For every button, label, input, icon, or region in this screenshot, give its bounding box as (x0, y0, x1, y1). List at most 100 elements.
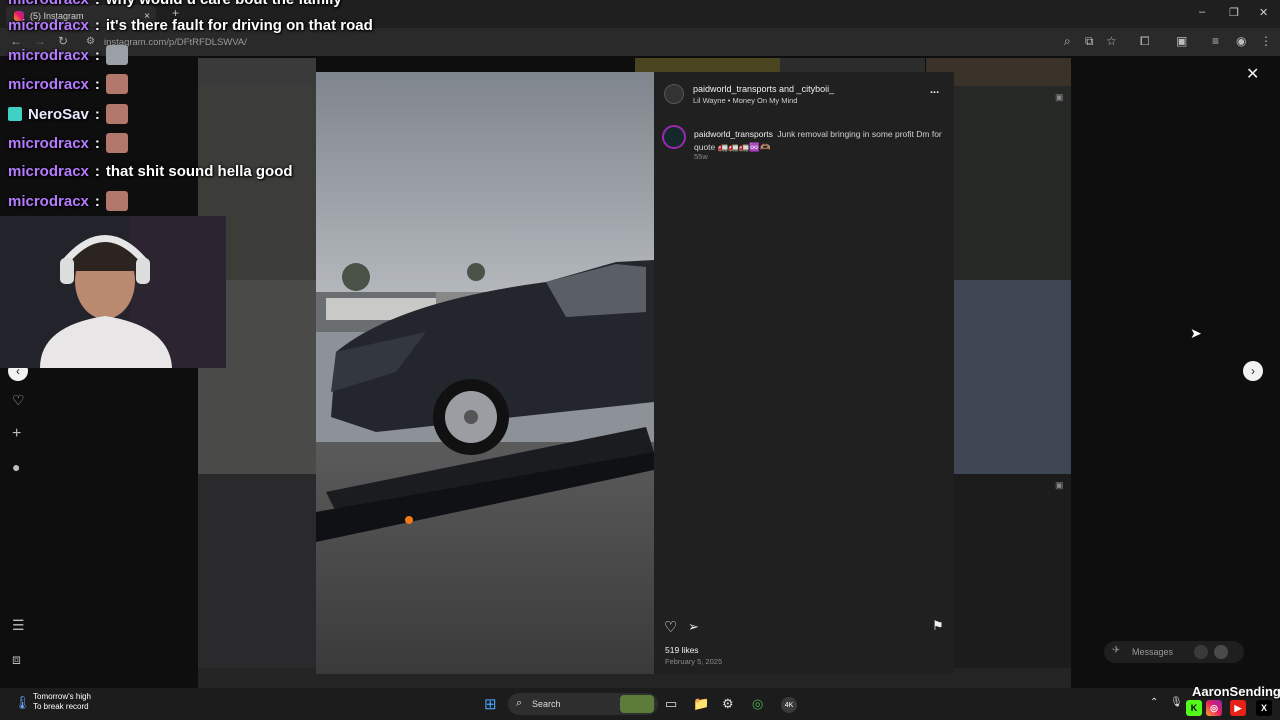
post-authors[interactable]: paidworld_transports and _cityboii_ (693, 84, 834, 94)
more-options-button[interactable]: ... (930, 84, 939, 96)
messages-avatar (1214, 645, 1228, 659)
file-explorer-icon[interactable]: 📁 (693, 696, 709, 712)
heart-icon[interactable]: ♡ (12, 392, 25, 409)
also-from-meta-icon[interactable]: ⧈ (12, 651, 21, 668)
zoom-icon[interactable]: ⌕ (1064, 34, 1071, 49)
instagram-social-icon: ◎ (1206, 700, 1222, 716)
chat-message: microdracx : (8, 74, 128, 94)
streamer-webcam (0, 216, 226, 368)
car-on-trailer-photo (316, 72, 654, 674)
profile-nav-icon[interactable]: ● (12, 459, 20, 475)
like-count[interactable]: 519 likes (665, 645, 699, 655)
webcam-person-illustration (0, 216, 226, 368)
kick-icon: K (1186, 700, 1202, 716)
chat-separator: : (95, 0, 100, 8)
minimize-button[interactable]: – (1199, 6, 1205, 18)
tray-chevron-icon[interactable]: ⌃ (1150, 697, 1158, 708)
window-close-button[interactable]: ✕ (1259, 6, 1268, 19)
chat-separator: : (94, 46, 100, 64)
more-menu-icon[interactable]: ☰ (12, 617, 25, 634)
weather-subtitle: To break record (33, 702, 89, 711)
chat-username: microdracx (8, 163, 89, 180)
search-label: Search (532, 699, 561, 709)
grid-tile (780, 58, 925, 72)
media-icon[interactable]: ≡ (1212, 34, 1219, 48)
post-date: February 5, 2025 (665, 657, 723, 666)
grid-tile (954, 280, 1071, 474)
chrome-icon[interactable]: ◎ (752, 696, 763, 712)
chat-separator: : (94, 192, 100, 210)
chat-message: microdracx : (8, 133, 128, 153)
search-highlight-image (620, 695, 654, 713)
microphone-icon[interactable]: 🎙 (1170, 697, 1183, 708)
grid-tile (198, 474, 316, 668)
caption-age: 55w (694, 152, 708, 161)
weather-title: Tomorrow's high (33, 692, 91, 701)
bookmark-star-icon[interactable]: ☆ (1106, 34, 1117, 48)
chat-username: microdracx (8, 46, 89, 64)
chat-text: why would u care bout the family (106, 0, 342, 8)
chat-username: microdracx (8, 17, 89, 34)
chat-separator: : (94, 105, 100, 123)
chat-text: that shit sound hella good (105, 163, 293, 180)
chat-message: microdracx : (8, 45, 128, 65)
grid-tile (954, 86, 1071, 280)
weather-icon: 🌡 (14, 695, 31, 710)
reel-icon: ▣ (1055, 92, 1064, 102)
weather-widget[interactable]: Tomorrow's high To break record (33, 692, 91, 712)
chat-message: microdracx : it's there fault for drivin… (8, 17, 373, 34)
profile-icon[interactable]: ◉ (1236, 34, 1246, 48)
chat-message: microdracx : that shit sound hella good (8, 163, 293, 180)
chat-badge-icon (8, 107, 22, 121)
close-modal-icon[interactable]: ✕ (1246, 64, 1259, 84)
chat-emote-icon (105, 74, 128, 94)
chat-username: microdracx (8, 134, 89, 152)
settings-icon[interactable]: ⚙ (722, 696, 734, 712)
post-image[interactable] (316, 72, 654, 674)
messages-avatar (1194, 645, 1208, 659)
create-icon[interactable]: + (12, 425, 21, 443)
caption-avatar[interactable] (662, 125, 686, 149)
chat-username: NeroSav (28, 105, 89, 123)
chat-separator: : (94, 17, 100, 34)
chat-username: microdracx (8, 192, 89, 210)
post-caption: paidworld_transports Junk removal bringi… (694, 127, 944, 153)
taskbar-search[interactable]: ⌕ Search (508, 693, 658, 715)
save-bookmark-icon[interactable]: ⚑ (932, 618, 944, 634)
post-audio[interactable]: Lil Wayne • Money On My Mind (693, 96, 797, 105)
chat-text: it's there fault for driving on that roa… (105, 17, 373, 34)
caption-username[interactable]: paidworld_transports (694, 129, 773, 139)
chat-message: microdracx : (8, 191, 128, 211)
author-avatar[interactable] (664, 84, 684, 104)
install-app-icon[interactable]: ⧉ (1085, 34, 1094, 49)
search-icon: ⌕ (516, 697, 523, 709)
messages-label: Messages (1132, 647, 1174, 657)
task-view-icon[interactable]: ▭ (665, 696, 677, 712)
streamer-name: AaronSending (1192, 684, 1280, 699)
grid-tile (954, 474, 1071, 668)
chat-emote-icon (105, 191, 128, 211)
chat-separator: : (94, 134, 100, 152)
extensions-icon[interactable]: ⧠ (1140, 34, 1150, 49)
grid-tile (198, 58, 316, 86)
chat-message: NeroSav : (8, 104, 128, 124)
grid-tile (635, 58, 780, 72)
reel-icon: ▣ (1055, 480, 1064, 490)
chat-username: microdracx (8, 75, 89, 93)
start-windows-icon[interactable]: ⊞ (484, 695, 497, 713)
mouse-cursor-icon: ➤ (1190, 325, 1202, 341)
like-heart-icon[interactable]: ♡ (664, 618, 677, 636)
chat-emote-icon (105, 104, 128, 124)
chat-separator: : (94, 163, 100, 180)
sidebar-icon[interactable]: ▣ (1176, 34, 1187, 48)
chat-emote-icon (105, 133, 128, 153)
maximize-button[interactable]: ❐ (1229, 6, 1239, 19)
next-post-arrow-icon[interactable]: › (1243, 361, 1263, 381)
x-twitter-icon: X (1256, 700, 1272, 716)
app-4k-icon[interactable]: 4K (781, 697, 797, 713)
menu-icon[interactable]: ⋮ (1260, 34, 1272, 48)
youtube-icon: ▶ (1230, 700, 1246, 716)
messages-pill[interactable]: ✈ Messages (1104, 641, 1244, 663)
messages-send-icon: ✈ (1112, 645, 1121, 656)
share-icon[interactable]: ➢ (688, 619, 699, 635)
